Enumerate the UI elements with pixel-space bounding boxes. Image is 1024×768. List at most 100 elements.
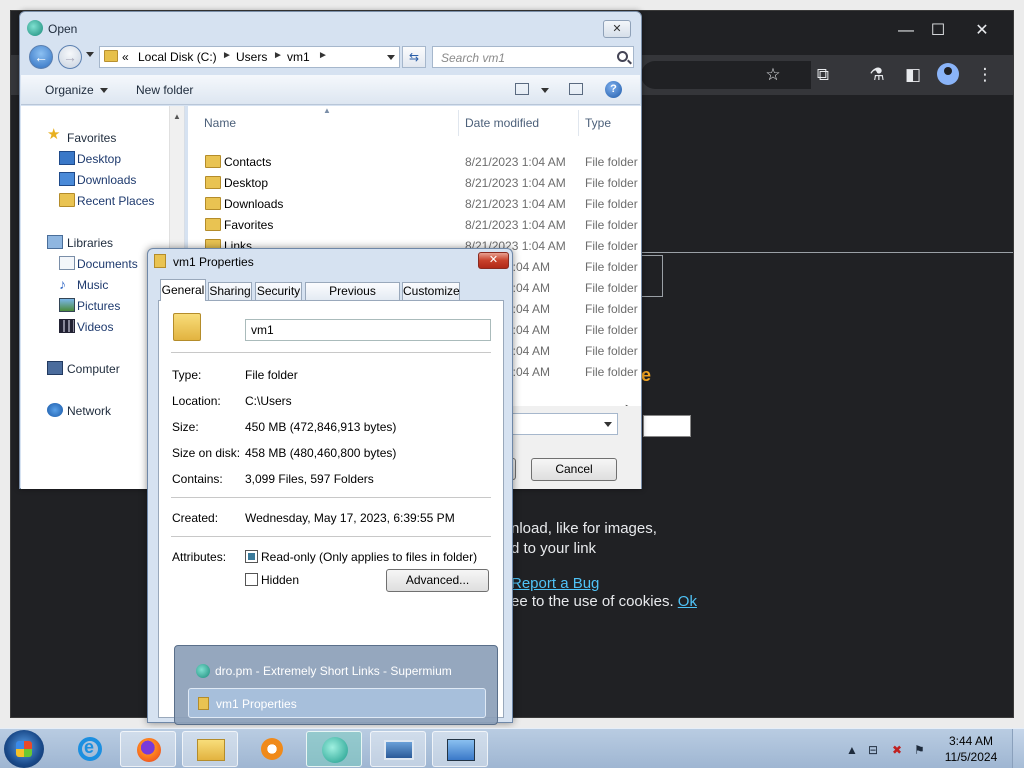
nav-documents[interactable]: Documents [77, 257, 138, 271]
breadcrumb-vm1[interactable]: vm1 [287, 50, 310, 64]
volume-muted-icon[interactable]: ✖ [892, 743, 902, 757]
close-button[interactable]: ✕ [967, 19, 997, 43]
nav-desktop[interactable]: Desktop [77, 152, 121, 166]
cookie-ok-link[interactable]: Ok [678, 593, 697, 610]
action-center-flag-icon[interactable]: ⚑ [914, 743, 925, 757]
nav-downloads[interactable]: Downloads [77, 173, 136, 187]
documents-icon [59, 256, 75, 270]
tab-security[interactable]: Security [255, 282, 302, 300]
taskbar-firefox[interactable] [120, 731, 176, 767]
table-row[interactable]: Downloads 8/21/2023 1:04 AM File folder [188, 194, 641, 214]
advanced-button[interactable]: Advanced... [386, 569, 489, 592]
tab-previous-versions[interactable]: Previous Versions [305, 282, 400, 314]
breadcrumb-arrow-icon[interactable]: ► [273, 50, 283, 61]
file-type-filter[interactable] [510, 413, 618, 435]
open-dialog-close-button[interactable]: ✕ [603, 20, 631, 38]
address-bar[interactable] [641, 61, 811, 89]
show-desktop-button[interactable] [1012, 729, 1024, 768]
search-icon[interactable] [617, 51, 628, 62]
taskbar-ie[interactable] [62, 731, 118, 767]
back-button[interactable]: ← [29, 45, 53, 69]
system-clock[interactable]: 3:44 AM 11/5/2024 [936, 733, 1006, 765]
column-separator[interactable] [458, 110, 459, 136]
menu-kebab-icon[interactable]: ⋮ [975, 65, 995, 85]
show-hidden-icons-icon[interactable]: ▲ [846, 743, 858, 757]
readonly-label[interactable]: Read-only (Only applies to files in fold… [261, 550, 477, 564]
column-name-header[interactable]: Name [204, 116, 236, 130]
hidden-checkbox[interactable] [245, 573, 258, 586]
taskbar-explorer[interactable] [182, 731, 238, 767]
window-item-supermium[interactable]: dro.pm - Extremely Short Links - Supermi… [188, 656, 486, 686]
forward-button[interactable]: → [58, 45, 82, 69]
table-row[interactable]: Desktop 8/21/2023 1:04 AM File folder [188, 173, 641, 193]
breadcrumb-arrow-icon[interactable]: ► [318, 50, 328, 61]
folder-icon [205, 218, 221, 231]
taskbar-screen[interactable] [370, 731, 426, 767]
report-bug-link[interactable]: Report a Bug [511, 575, 599, 592]
breadcrumb-arrow-icon[interactable]: ► [222, 50, 232, 61]
attributes-label: Attributes: [172, 550, 227, 564]
bookmark-star-icon[interactable]: ☆ [763, 65, 783, 85]
nav-favorites[interactable]: Favorites [67, 131, 116, 145]
column-type-header[interactable]: Type [585, 116, 611, 130]
address-history-dropdown[interactable] [387, 55, 395, 60]
view-options-dropdown[interactable] [541, 88, 549, 93]
preview-pane-icon[interactable] [569, 83, 583, 95]
address-breadcrumb[interactable]: « Local Disk (C:) ► Users ► vm1 ► [99, 46, 400, 68]
tab-general[interactable]: General [160, 279, 206, 301]
nav-recent-places[interactable]: Recent Places [77, 194, 154, 208]
folder-icon [197, 739, 225, 761]
refresh-icon[interactable]: ⇆ [402, 46, 426, 68]
readonly-checkbox[interactable] [245, 550, 258, 563]
hidden-label[interactable]: Hidden [261, 573, 299, 587]
window-item-vm1-properties[interactable]: vm1 Properties [188, 688, 486, 718]
cancel-button[interactable]: Cancel [531, 458, 617, 481]
table-row[interactable]: Contacts 8/21/2023 1:04 AM File folder [188, 152, 641, 172]
recent-locations-dropdown[interactable] [86, 52, 94, 57]
search-input[interactable]: Search vm1 [432, 46, 634, 68]
nav-music[interactable]: Music [77, 278, 108, 292]
taskbar-control-panel[interactable] [432, 731, 488, 767]
nav-network[interactable]: Network [67, 404, 111, 418]
maximize-button[interactable]: ☐ [923, 19, 953, 43]
tab-customize[interactable]: Customize [402, 282, 460, 300]
page-textarea[interactable] [643, 415, 691, 437]
breadcrumb-users[interactable]: Users [236, 50, 267, 64]
network-icon[interactable]: ⊟ [868, 743, 878, 757]
row-type: File folder [585, 260, 638, 274]
downloads-icon [59, 172, 75, 186]
extensions-icon[interactable]: ⧉ [813, 65, 833, 85]
side-panel-icon[interactable]: ◧ [903, 65, 923, 85]
created-label: Created: [172, 511, 219, 525]
nav-computer[interactable]: Computer [67, 362, 120, 376]
column-date-header[interactable]: Date modified [465, 116, 539, 130]
scroll-up-icon[interactable]: ▲ [173, 112, 181, 121]
breadcrumb-local-disk[interactable]: Local Disk (C:) [138, 50, 217, 64]
new-folder-button[interactable]: New folder [136, 83, 193, 97]
breadcrumb-overflow[interactable]: « [122, 50, 129, 64]
help-icon[interactable]: ? [605, 81, 622, 98]
nav-videos[interactable]: Videos [77, 320, 113, 334]
taskbar-supermium[interactable] [306, 731, 362, 767]
column-separator[interactable] [578, 110, 579, 136]
type-label: Type: [172, 368, 202, 382]
change-view-icon[interactable] [515, 83, 529, 95]
folder-name-field[interactable]: vm1 [245, 319, 491, 341]
organize-button[interactable]: Organize [45, 83, 108, 97]
screen-icon [384, 740, 414, 760]
minimize-button[interactable]: — [891, 19, 921, 43]
taskbar-media-player[interactable] [244, 731, 300, 767]
properties-close-button[interactable]: ✕ [478, 252, 509, 269]
page-text-line2: d to your link [511, 540, 597, 557]
location-value: C:\Users [245, 394, 292, 408]
chevron-down-icon [604, 422, 612, 427]
nav-pictures[interactable]: Pictures [77, 299, 120, 313]
profile-avatar-icon[interactable] [937, 63, 959, 85]
table-row[interactable]: Favorites 8/21/2023 1:04 AM File folder [188, 215, 641, 235]
nav-libraries[interactable]: Libraries [67, 236, 113, 250]
row-name: Desktop [224, 176, 269, 190]
tab-sharing[interactable]: Sharing [208, 282, 252, 300]
labs-flask-icon[interactable]: ⚗ [867, 65, 887, 85]
start-button[interactable] [4, 730, 44, 768]
network-globe-icon [47, 403, 63, 417]
